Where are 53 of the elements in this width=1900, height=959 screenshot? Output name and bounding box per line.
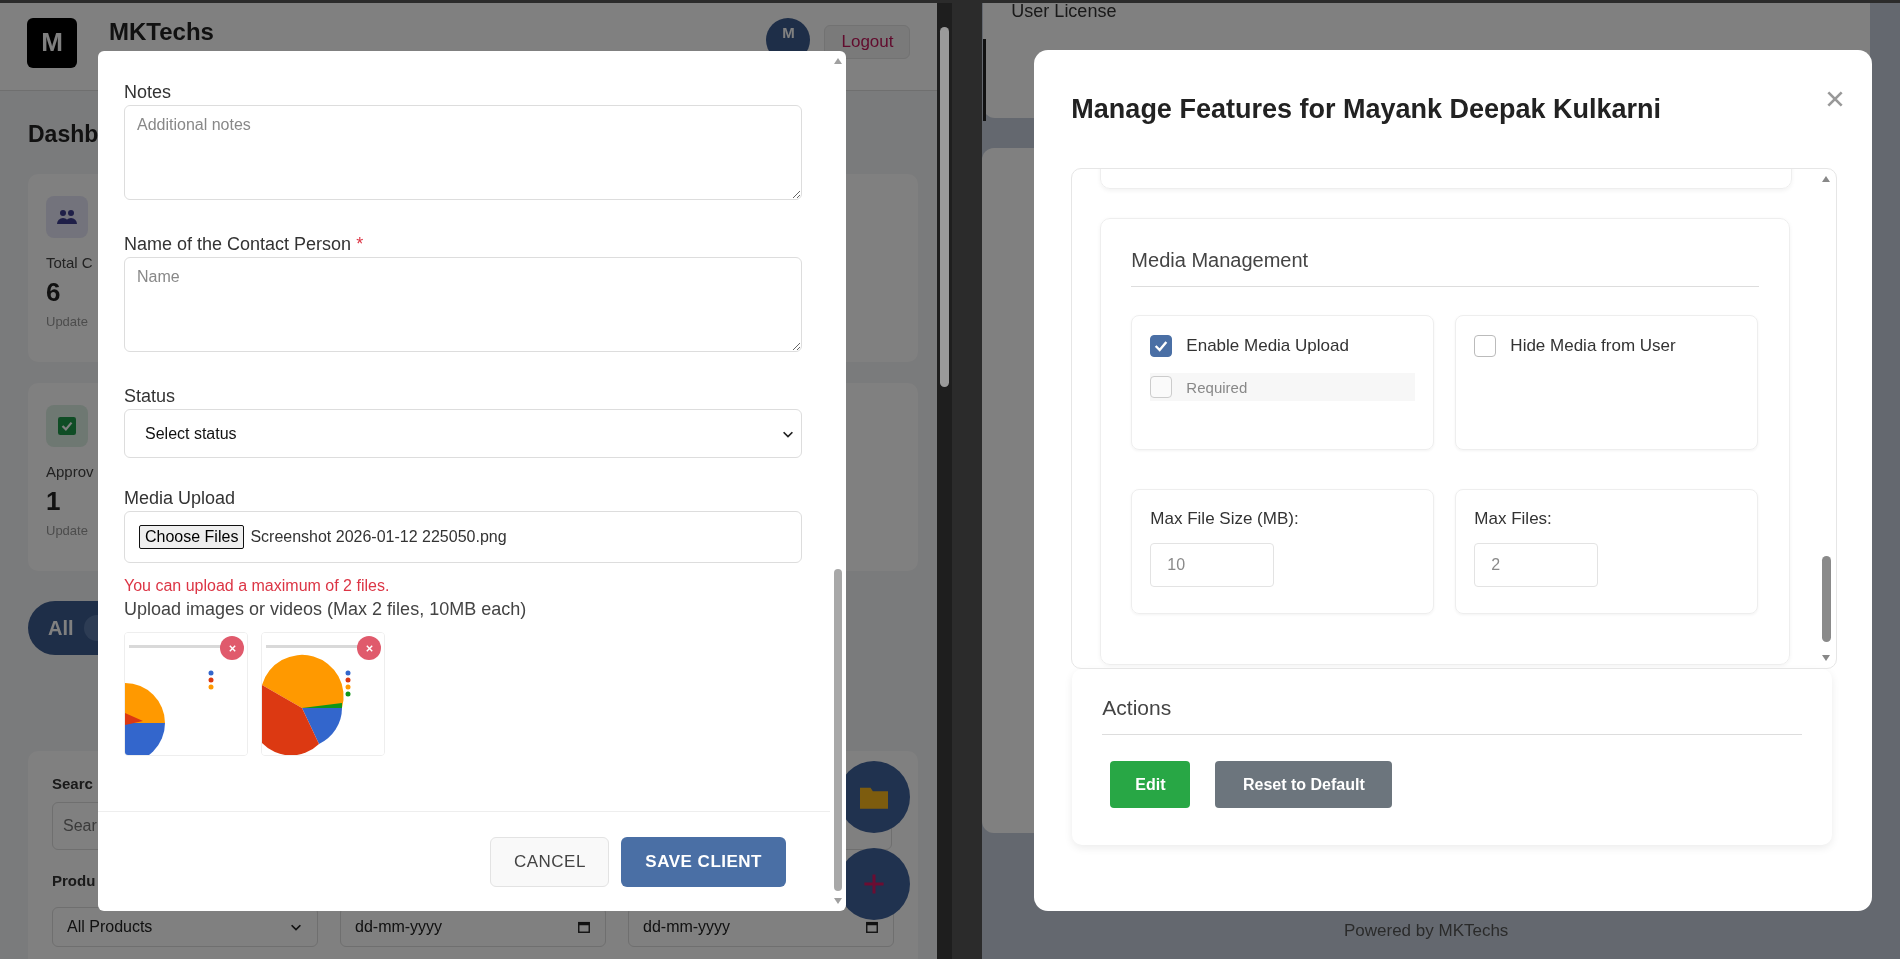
product-label: Produ <box>52 872 96 889</box>
reset-button[interactable]: Reset to Default <box>1215 761 1393 808</box>
edit-button[interactable]: Edit <box>1110 761 1191 808</box>
section-heading: Media Management <box>1131 219 1760 287</box>
text-area[interactable]: Additional notes <box>124 105 802 200</box>
close-icon <box>364 643 374 653</box>
sub-option-label: Required <box>1186 378 1248 396</box>
file-input[interactable]: Choose Files Screenshot 2026-01-12 225050.png <box>124 511 802 563</box>
scrollbar-thumb[interactable] <box>1821 556 1831 642</box>
checkbox[interactable] <box>1150 335 1173 357</box>
cancel-button[interactable]: CANCEL <box>490 837 610 887</box>
error-message: You can upload a maximum of 2 files. <box>124 576 391 596</box>
checkbox[interactable] <box>1474 335 1497 357</box>
limit-label: Max File Size (MB): <box>1150 509 1300 529</box>
field-label: Name of the Contact Person * <box>124 233 365 255</box>
save-button[interactable]: SAVE CLIENT <box>621 837 786 887</box>
stat-label: Approv <box>46 463 94 480</box>
status-select[interactable]: Select status <box>124 409 802 458</box>
search-label: Searc <box>52 775 93 792</box>
choose-files-button[interactable]: Choose Files <box>139 525 245 549</box>
text-area[interactable]: Name <box>124 257 802 352</box>
logo: M <box>27 17 77 68</box>
field-label: Status <box>124 385 177 407</box>
close-icon <box>1827 91 1844 107</box>
folder-icon <box>860 785 888 809</box>
scroll-down-icon <box>833 897 843 905</box>
field-label: Notes <box>124 81 173 103</box>
check-icon <box>1153 338 1170 354</box>
check-icon <box>46 405 88 447</box>
logout-button[interactable]: Logout <box>824 24 911 59</box>
scrollbar-thumb[interactable] <box>834 569 842 891</box>
modal-title: Manage Features for Mayank Deepak Kulkarni <box>1071 94 1663 126</box>
people-icon <box>46 196 88 238</box>
brand-name: MKTechs <box>109 17 214 46</box>
section-heading: Actions <box>1102 669 1803 735</box>
footer-text: Powered by MKTechs <box>1342 921 1510 941</box>
field-label: Media Upload <box>124 487 237 509</box>
limit-label: Max Files: <box>1474 509 1553 529</box>
file-name: Screenshot 2026-01-12 225050.png <box>250 528 507 546</box>
stat-value: 1 <box>46 486 61 517</box>
stat-value: 6 <box>46 277 61 308</box>
scroll-up-icon <box>1821 175 1832 183</box>
window-scrollbar[interactable] <box>937 3 953 959</box>
section-title: User License <box>1011 3 1118 22</box>
calendar-icon <box>865 920 879 934</box>
calendar-icon <box>577 920 591 934</box>
close-icon <box>227 643 237 653</box>
scroll-up-icon <box>833 57 843 65</box>
option-label: Enable Media Upload <box>1186 336 1349 356</box>
option-label: Hide Media from User <box>1510 336 1676 356</box>
stat-label: Total C <box>46 254 93 271</box>
scroll-down-icon <box>1821 654 1832 662</box>
page-heading: Dashb <box>28 121 99 148</box>
